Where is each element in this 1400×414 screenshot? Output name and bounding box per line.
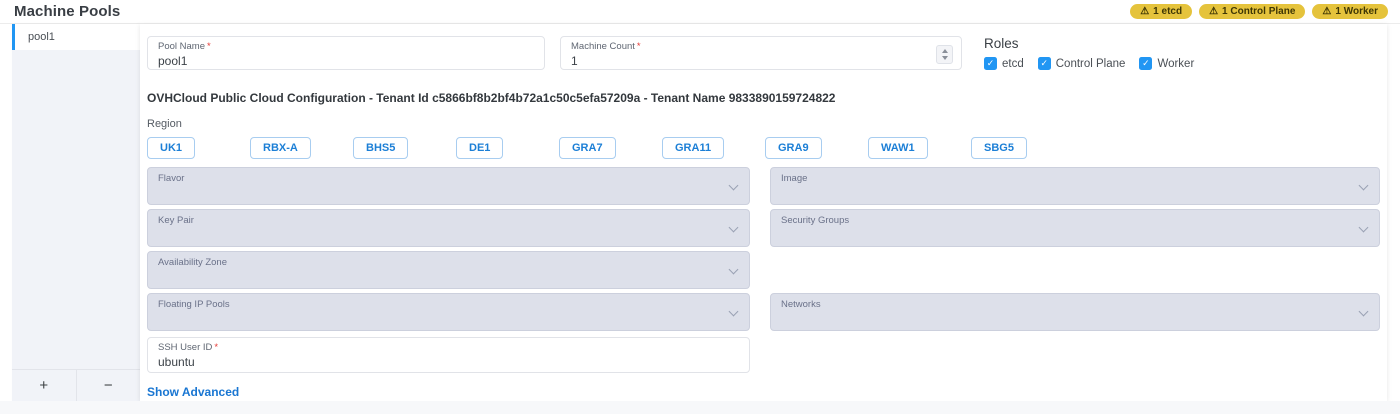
badge-label: 1 etcd: [1153, 6, 1182, 17]
required-mark: *: [637, 41, 641, 52]
roles-row: ✓ etcd ✓ Control Plane ✓ Worker: [984, 57, 1194, 70]
role-checkbox-control-plane[interactable]: ✓ Control Plane: [1038, 57, 1126, 70]
image-select[interactable]: Image: [770, 167, 1380, 205]
checkbox-checked-icon[interactable]: ✓: [1038, 57, 1051, 70]
show-advanced-link[interactable]: Show Advanced: [147, 385, 239, 399]
key-pair-select[interactable]: Key Pair: [147, 209, 750, 247]
role-label: Control Plane: [1056, 58, 1126, 70]
security-groups-select-label: Security Groups: [781, 215, 1369, 226]
badge-label: 1 Control Plane: [1222, 6, 1295, 17]
warning-icon: ⚠: [1322, 7, 1331, 17]
warning-icon: ⚠: [1209, 7, 1218, 17]
add-pool-button[interactable]: +: [12, 370, 76, 401]
pool-name-field[interactable]: Pool Name*: [147, 36, 545, 70]
availability-zone-select[interactable]: Availability Zone: [147, 251, 750, 289]
region-button-de1[interactable]: DE1: [456, 137, 503, 159]
roles-heading: Roles: [984, 36, 1194, 51]
sidebar-actions: + −: [12, 369, 140, 401]
ssh-user-id-field[interactable]: SSH User ID*: [147, 337, 750, 373]
pool-list-sidebar: pool1 + −: [12, 24, 140, 401]
security-groups-select[interactable]: Security Groups: [770, 209, 1380, 247]
checkbox-checked-icon[interactable]: ✓: [1139, 57, 1152, 70]
floating-ip-pools-select-label: Floating IP Pools: [158, 299, 739, 310]
badge-label: 1 Worker: [1335, 6, 1378, 17]
badge-worker[interactable]: ⚠ 1 Worker: [1312, 4, 1388, 19]
role-label: Worker: [1157, 58, 1194, 70]
machine-count-label: Machine Count*: [571, 41, 951, 52]
region-button-gra7[interactable]: GRA7: [559, 137, 616, 159]
ssh-user-id-label: SSH User ID*: [158, 342, 739, 353]
checkbox-checked-icon[interactable]: ✓: [984, 57, 997, 70]
sidebar-item-pool1[interactable]: pool1: [12, 24, 140, 50]
machine-pools-page: Machine Pools ⚠ 1 etcd ⚠ 1 Control Plane…: [0, 0, 1400, 414]
networks-select-label: Networks: [781, 299, 1369, 310]
role-label: etcd: [1002, 58, 1024, 70]
role-checkbox-worker[interactable]: ✓ Worker: [1139, 57, 1194, 70]
key-pair-select-label: Key Pair: [158, 215, 739, 226]
floating-ip-pools-select[interactable]: Floating IP Pools: [147, 293, 750, 331]
page-title: Machine Pools: [14, 3, 120, 20]
selects-grid: Flavor Image Key Pair Security Groups Av…: [147, 167, 1380, 331]
cloud-config-heading: OVHCloud Public Cloud Configuration - Te…: [147, 91, 1380, 105]
remove-pool-button[interactable]: −: [76, 370, 141, 401]
stepper-up-icon[interactable]: [942, 49, 948, 53]
required-mark: *: [214, 342, 218, 353]
flavor-select[interactable]: Flavor: [147, 167, 750, 205]
machine-count-field[interactable]: Machine Count*: [560, 36, 962, 70]
region-button-gra9[interactable]: GRA9: [765, 137, 822, 159]
page-header: Machine Pools ⚠ 1 etcd ⚠ 1 Control Plane…: [0, 0, 1400, 24]
grid-empty-cell: [770, 251, 1380, 289]
networks-select[interactable]: Networks: [770, 293, 1380, 331]
sidebar-spacer: [12, 50, 140, 369]
content-area: pool1 + − Pool Name* Machine: [0, 24, 1400, 401]
region-button-rbx-a[interactable]: RBX-A: [250, 137, 311, 159]
availability-zone-select-label: Availability Zone: [158, 257, 739, 268]
footer-strip: [0, 401, 1400, 414]
pool-config-panel: Pool Name* Machine Count* Roles: [140, 24, 1387, 401]
region-label: Region: [147, 118, 1380, 130]
stepper-down-icon[interactable]: [942, 56, 948, 60]
role-warning-badges: ⚠ 1 etcd ⚠ 1 Control Plane ⚠ 1 Worker: [1130, 4, 1388, 19]
warning-icon: ⚠: [1140, 7, 1149, 17]
region-options-row: UK1 RBX-A BHS5 DE1 GRA7 GRA11 GRA9 WAW1 …: [147, 137, 1380, 159]
machine-count-stepper[interactable]: [936, 45, 953, 64]
region-button-waw1[interactable]: WAW1: [868, 137, 928, 159]
role-checkbox-etcd[interactable]: ✓ etcd: [984, 57, 1024, 70]
flavor-select-label: Flavor: [158, 173, 739, 184]
ssh-user-id-input[interactable]: [158, 354, 739, 369]
required-mark: *: [207, 41, 211, 52]
roles-section: Roles ✓ etcd ✓ Control Plane ✓ Worker: [984, 36, 1194, 70]
pool-name-input[interactable]: [158, 53, 534, 68]
region-button-gra11[interactable]: GRA11: [662, 137, 724, 159]
region-button-sbg5[interactable]: SBG5: [971, 137, 1027, 159]
pool-item-label: pool1: [28, 31, 55, 43]
region-button-uk1[interactable]: UK1: [147, 137, 195, 159]
badge-control-plane[interactable]: ⚠ 1 Control Plane: [1199, 4, 1305, 19]
region-button-bhs5[interactable]: BHS5: [353, 137, 408, 159]
machine-count-input[interactable]: [571, 53, 951, 68]
top-fields-row: Pool Name* Machine Count* Roles: [147, 36, 1380, 70]
badge-etcd[interactable]: ⚠ 1 etcd: [1130, 4, 1192, 19]
image-select-label: Image: [781, 173, 1369, 184]
pool-name-label: Pool Name*: [158, 41, 534, 52]
